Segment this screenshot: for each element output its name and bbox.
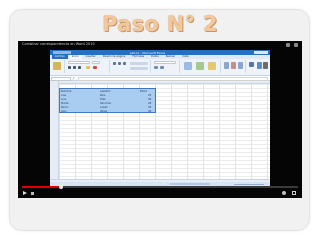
slide-title: Paso N° 2 xyxy=(102,12,218,36)
cell[interactable]: Marta xyxy=(61,102,69,105)
cell[interactable]: Pérez xyxy=(100,110,107,113)
cell[interactable]: 25 xyxy=(148,94,151,97)
delete-cells-icon[interactable] xyxy=(231,62,236,69)
cell[interactable]: Ruiz xyxy=(100,94,105,97)
number-format-select[interactable] xyxy=(154,61,176,64)
insert-cells-icon[interactable] xyxy=(224,62,229,69)
currency-icon[interactable] xyxy=(154,66,158,69)
align-center-icon[interactable] xyxy=(118,62,121,65)
cell[interactable]: Díaz xyxy=(100,98,106,101)
sort-filter-icon[interactable] xyxy=(257,62,262,69)
merge-center-button[interactable] xyxy=(130,67,148,70)
font-group xyxy=(66,60,110,73)
player-top-icons xyxy=(286,43,298,47)
percent-icon[interactable] xyxy=(160,66,164,69)
progress-bar[interactable] xyxy=(22,185,298,189)
font-color-icon[interactable] xyxy=(93,66,97,69)
italic-icon[interactable] xyxy=(73,66,76,69)
cell[interactable]: 28 xyxy=(148,102,151,105)
wrap-text-button[interactable] xyxy=(130,62,148,65)
cell[interactable]: Luis xyxy=(61,98,66,101)
styles-group xyxy=(181,60,221,73)
info-icon[interactable] xyxy=(294,43,298,47)
find-select-icon[interactable] xyxy=(263,62,268,69)
font-select[interactable] xyxy=(68,61,90,64)
row-headers[interactable] xyxy=(50,81,59,179)
progress-fill xyxy=(22,186,61,188)
cell[interactable]: Juan xyxy=(61,110,67,113)
align-right-icon[interactable] xyxy=(123,62,126,65)
column-headers[interactable] xyxy=(50,81,270,84)
cell[interactable]: 30 xyxy=(148,98,151,101)
alignment-group xyxy=(111,60,151,73)
quick-access-toolbar[interactable] xyxy=(53,51,71,54)
fill-color-icon[interactable] xyxy=(86,66,90,69)
cell[interactable]: 40 xyxy=(148,110,151,113)
cell[interactable]: 35 xyxy=(148,106,151,109)
cell[interactable]: Nombre xyxy=(61,90,71,93)
player-controls xyxy=(18,184,302,198)
progress-handle[interactable] xyxy=(58,185,63,189)
worksheet-grid[interactable]: Nombre Apellido Edad Ana Ruiz 25 Luis Dí… xyxy=(50,81,270,179)
cell[interactable]: Pedro xyxy=(61,106,68,109)
cell[interactable]: Edad xyxy=(140,90,147,93)
volume-icon[interactable] xyxy=(31,192,34,195)
selected-range[interactable]: Nombre Apellido Edad Ana Ruiz 25 Luis Dí… xyxy=(59,88,156,113)
play-icon[interactable] xyxy=(23,191,27,195)
format-cells-icon[interactable] xyxy=(238,62,243,69)
align-left-icon[interactable] xyxy=(113,62,116,65)
conditional-format-icon[interactable] xyxy=(184,62,192,70)
cell[interactable]: López xyxy=(100,106,108,109)
cells-group xyxy=(222,60,246,73)
underline-icon[interactable] xyxy=(78,66,81,69)
settings-icon[interactable] xyxy=(282,191,286,195)
video-player[interactable]: Combinar correspondencia en Word 2010 Li… xyxy=(18,41,302,198)
share-icon[interactable] xyxy=(286,43,290,47)
paste-icon[interactable] xyxy=(53,62,61,70)
format-table-icon[interactable] xyxy=(196,62,204,70)
cell[interactable]: Apellido xyxy=(100,90,110,93)
player-header: Combinar correspondencia en Word 2010 xyxy=(18,41,302,50)
window-controls[interactable] xyxy=(254,51,268,54)
fullscreen-icon[interactable] xyxy=(292,191,296,195)
cell-styles-icon[interactable] xyxy=(208,62,216,70)
editing-group xyxy=(247,60,269,73)
font-size-select[interactable] xyxy=(92,61,100,64)
bold-icon[interactable] xyxy=(68,66,71,69)
excel-title: Libro1 - Microsoft Excel xyxy=(130,50,165,55)
fx-icon[interactable]: ƒ xyxy=(73,76,74,80)
name-box[interactable] xyxy=(51,76,71,81)
video-title: Combinar correspondencia en Word 2010 xyxy=(22,42,95,46)
autosum-icon[interactable] xyxy=(249,62,254,67)
ribbon xyxy=(50,59,270,76)
excel-window: Libro1 - Microsoft Excel Archivo Inicio … xyxy=(50,50,270,186)
cell[interactable]: Ana xyxy=(61,94,66,97)
number-group xyxy=(152,60,180,73)
formula-input[interactable] xyxy=(78,76,268,81)
clipboard-group xyxy=(51,60,65,73)
cell[interactable]: Sánchez xyxy=(100,102,111,105)
